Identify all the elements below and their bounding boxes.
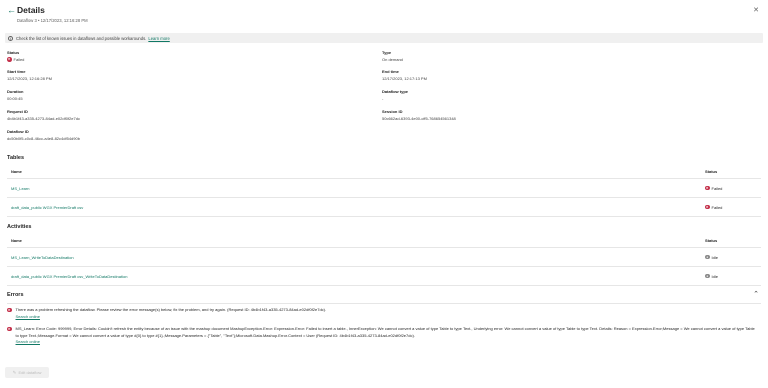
prop-label: Duration [7,89,24,94]
prop-status: Status ✕ Failed [7,50,307,62]
table-status: ✕ Failed [705,186,761,191]
activity-status: ● Idle [705,255,761,260]
chevron-up-icon[interactable]: ⌃ [753,291,759,298]
error-icon: ✕ [705,204,710,210]
activity-status: ● Idle [705,274,761,279]
column-header-name: Name [11,168,22,174]
prop-label: Status [7,50,20,55]
prop-value: - [382,96,384,101]
back-arrow-icon[interactable]: ← [7,6,16,15]
error-body: There was a problem refreshing the dataf… [16,307,327,320]
tables-section-title: Tables [7,155,25,161]
prop-label: Dataflow ID [7,129,29,134]
prop-value: dc50b0f5-c0c8-46cc-a4e8-82c4df54d90b [7,136,80,141]
prop-label: End time [382,69,399,74]
close-icon[interactable]: ✕ [753,7,759,14]
prop-value: 50c662ad-6393-4e00-cff5-768654561348 [382,116,456,121]
error-icon: ✕ [7,307,12,312]
banner-text: Check the list of known issues in datafl… [16,35,147,41]
activities-section-title: Activities [7,224,32,230]
error-item: ✕ MS_Learn: Error Code: 999999, Error De… [7,326,756,346]
status-text: Idle [711,254,718,260]
status-text: Idle [711,273,718,279]
idle-icon: ● [705,254,710,260]
prop-value: 12/17/2023, 12:16:28 PM [7,76,52,81]
prop-label: Start time [7,69,26,74]
prop-value-status: ✕ Failed [7,57,307,62]
prop-dataflow-type: Dataflow type - [382,89,682,101]
prop-dataflow-id: Dataflow ID dc50b0f5-c0c8-46cc-a4e8-82c4… [7,129,307,141]
prop-request-id: Request ID 4b4b1f43-a335-4273-84ad-e02df… [7,109,307,121]
idle-icon: ● [705,273,710,279]
table-row: MS_Learn ✕ Failed [7,179,761,198]
prop-end-time: End time 12/17/2023, 12:17:13 PM [382,69,682,81]
table-status: ✕ Failed [705,205,761,210]
prop-value: On demand [382,57,403,62]
search-online-link[interactable]: Search online [16,339,757,346]
learn-more-link[interactable]: Learn more [148,36,169,41]
edit-dataflow-button[interactable]: ✎ Edit dataflow [5,367,49,378]
error-message: There was a problem refreshing the dataf… [15,307,327,312]
status-value: Failed [13,57,25,62]
prop-value: 4b4b1f43-a335-4273-84ad-e02df0f2e7dc [7,116,80,121]
column-header-status: Status [705,168,718,174]
error-icon: ✕ [7,57,12,62]
errors-section-header[interactable]: Errors ⌃ [7,290,761,304]
status-text: Failed [711,185,723,191]
error-item: ✕ There was a problem refreshing the dat… [7,307,756,320]
details-header: ← Details Dataflow 3 • 12/17/2023, 12:16… [7,5,761,27]
prop-type: Type On demand [382,50,682,62]
activities-table: Name Status MS_Learn_WriteToDataDestinat… [7,233,761,286]
page-title: Details [17,5,45,15]
prop-start-time: Start time 12/17/2023, 12:16:28 PM [7,69,307,81]
prop-label: Type [382,50,392,55]
table-row: draft_data_public WGX PremierDraft csv ✕… [7,198,761,217]
search-online-link[interactable]: Search online [16,314,327,321]
error-icon: ✕ [7,326,12,331]
column-header-name: Name [11,237,22,243]
info-icon: i [8,35,13,41]
activity-name-link[interactable]: MS_Learn_WriteToDataDestination [11,255,705,260]
table-header-row: Name Status [7,233,761,248]
activity-name-link[interactable]: draft_data_public WGX PremierDraft csv_W… [11,274,705,279]
page-subtitle: Dataflow 3 • 12/17/2023, 12:16:28 PM [17,18,88,23]
status-text: Failed [711,204,723,210]
prop-value: 00:00:45 [7,96,23,101]
error-icon: ✕ [705,185,710,191]
prop-label: Dataflow type [382,89,409,94]
table-name-link[interactable]: draft_data_public WGX PremierDraft csv [11,205,705,210]
prop-value: 12/17/2023, 12:17:13 PM [382,76,427,81]
pencil-icon: ✎ [12,369,17,375]
table-name-link[interactable]: MS_Learn [11,186,705,191]
prop-session-id: Session ID 50c662ad-6393-4e00-cff5-76865… [382,109,682,121]
edit-dataflow-label: Edit dataflow [18,370,42,375]
error-message: MS_Learn: Error Code: 999999, Error Deta… [15,326,755,338]
column-header-status: Status [705,237,718,243]
prop-label: Request ID [7,109,28,114]
tables-table: Name Status MS_Learn ✕ Failed draft_data… [7,164,761,217]
activity-row: draft_data_public WGX PremierDraft csv_W… [7,267,761,286]
prop-label: Session ID [382,109,403,114]
prop-duration: Duration 00:00:45 [7,89,307,101]
error-body: MS_Learn: Error Code: 999999, Error Deta… [16,326,757,346]
errors-section-title: Errors [7,292,24,298]
table-header-row: Name Status [7,164,761,179]
activity-row: MS_Learn_WriteToDataDestination ● Idle [7,248,761,267]
known-issues-banner: i Check the list of known issues in data… [5,33,763,43]
